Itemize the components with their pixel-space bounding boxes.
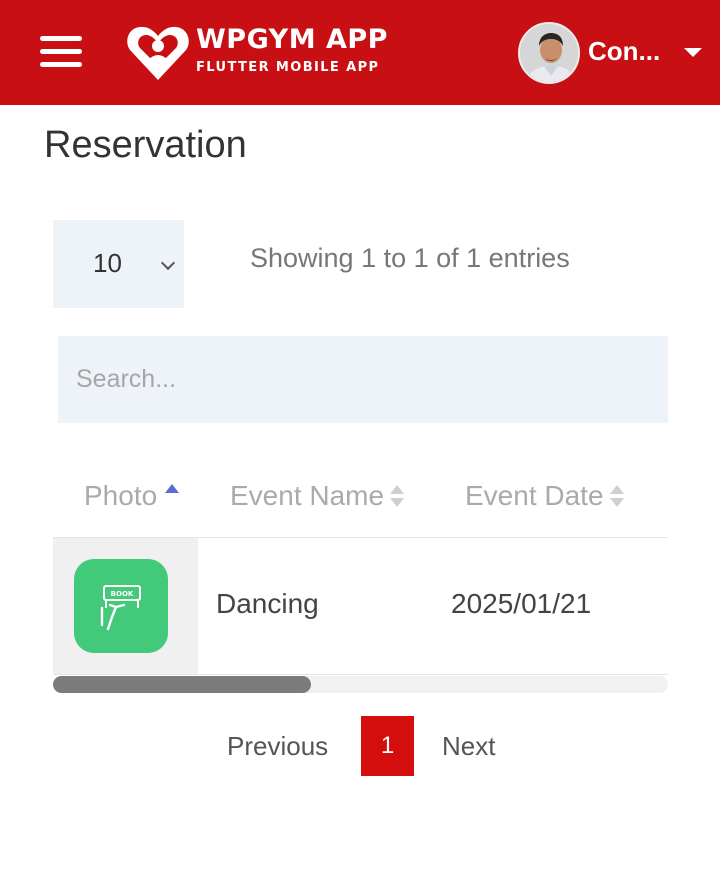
book-sign-icon: BOOK <box>100 585 141 631</box>
column-header-label: Event Name <box>230 480 385 511</box>
table-cell-event-date: 2025/01/21 <box>451 588 592 619</box>
caret-down-icon[interactable] <box>684 48 702 57</box>
column-header-event-date[interactable]: Event Date <box>465 480 624 512</box>
column-header-label: Photo <box>84 480 158 511</box>
brand-title: WPGYM APP <box>196 24 388 55</box>
event-photo[interactable]: BOOK <box>74 559 168 653</box>
search-input[interactable] <box>58 336 668 423</box>
row-divider <box>53 674 668 675</box>
avatar-photo <box>520 24 578 82</box>
next-page-button[interactable]: Next <box>442 731 495 762</box>
user-avatar[interactable] <box>518 22 580 84</box>
table-cell-event-name: Dancing <box>216 588 319 619</box>
user-name[interactable]: Con... <box>588 36 660 67</box>
sort-icon <box>390 485 405 509</box>
app-header: WPGYM APP FLUTTER MOBILE APP Con... <box>0 0 720 105</box>
column-header-photo[interactable]: Photo <box>84 480 180 512</box>
column-header-event-name[interactable]: Event Name <box>230 480 405 512</box>
sort-ascending-icon <box>165 484 180 493</box>
page-button-current[interactable]: 1 <box>361 716 414 776</box>
brand-subtitle: FLUTTER MOBILE APP <box>196 60 380 75</box>
entries-info: Showing 1 to 1 of 1 entries <box>250 243 570 273</box>
page-title: Reservation <box>44 124 247 166</box>
page-length-select[interactable]: 10 <box>53 220 184 308</box>
svg-text:BOOK: BOOK <box>111 590 134 598</box>
page-length-value: 10 <box>93 248 122 278</box>
column-header-label: Event Date <box>465 480 604 511</box>
chevron-down-icon <box>160 255 176 271</box>
menu-icon[interactable] <box>38 34 84 70</box>
scrollbar-thumb[interactable] <box>53 676 311 693</box>
wpgym-logo-icon <box>127 26 189 80</box>
previous-page-button[interactable]: Previous <box>227 731 328 762</box>
sort-icon <box>609 485 624 509</box>
